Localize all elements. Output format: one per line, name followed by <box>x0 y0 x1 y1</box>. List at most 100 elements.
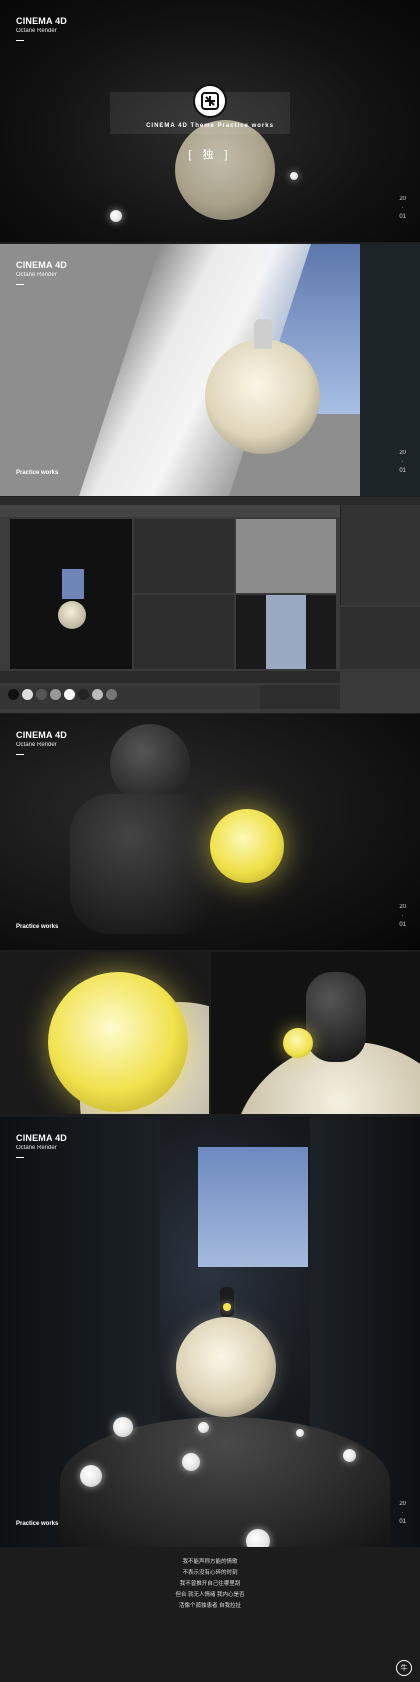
glow-orb <box>198 1422 209 1433</box>
final-render-panel: CINEMA 4D Octane Render Practice works 2… <box>0 1117 420 1547</box>
main-toolbar[interactable] <box>0 505 340 517</box>
figure-orb-panel: CINEMA 4D Octane Render Practice works 2… <box>0 714 420 950</box>
panel-title-block: CINEMA 4D Octane Render <box>16 730 67 755</box>
footer-logo-icon: 牛 <box>396 1660 412 1676</box>
sky-slit <box>62 569 84 599</box>
clay-render-panel: CINEMA 4D Octane Render Practice works 2… <box>0 244 420 496</box>
preview-sky <box>266 595 306 669</box>
year-dot: · <box>401 459 404 465</box>
title-underline <box>16 754 24 755</box>
orb-closeup-panel <box>0 952 209 1114</box>
title-underline <box>16 284 24 285</box>
figure-body <box>70 794 220 934</box>
c4d-interface-panel <box>0 497 420 713</box>
figure-head <box>110 724 190 804</box>
material-swatch[interactable] <box>22 689 33 700</box>
render-subtitle: Octane Render <box>16 742 57 748</box>
render-preview-viewport[interactable] <box>236 595 336 669</box>
right-viewport[interactable] <box>236 519 336 593</box>
material-swatch[interactable] <box>106 689 117 700</box>
moon-sphere <box>176 1317 276 1417</box>
attribute-manager[interactable] <box>340 607 420 669</box>
year-top: 20 <box>399 450 406 456</box>
panel-title-block: CINEMA 4D Octane Render <box>16 1133 67 1158</box>
ground-plane <box>60 1417 390 1547</box>
coordinates-manager[interactable] <box>260 685 340 709</box>
perspective-viewport[interactable] <box>10 519 132 669</box>
practice-label: Practice works <box>16 924 59 930</box>
practice-label: Practice works <box>16 470 59 476</box>
logo-glyph-icon <box>201 92 219 110</box>
timeline[interactable] <box>0 671 340 683</box>
title-underline <box>16 40 24 41</box>
figure-silhouette <box>220 1287 234 1317</box>
material-swatch[interactable] <box>50 689 61 700</box>
glow-orb <box>343 1449 356 1462</box>
hero-panel: CINEMA 4D Octane Render CINEMA 4D Theme … <box>0 0 420 242</box>
glowing-orb <box>223 1303 231 1311</box>
material-swatch[interactable] <box>78 689 89 700</box>
moon-sphere <box>58 601 86 629</box>
work-title: [ 独 ] <box>188 149 232 161</box>
year-top: 20 <box>399 196 406 202</box>
figure-sitting-panel <box>211 952 420 1114</box>
app-title: CINEMA 4D <box>16 260 67 270</box>
material-swatch[interactable] <box>64 689 75 700</box>
year-bottom: 01 <box>399 1519 406 1525</box>
front-viewport[interactable] <box>134 595 234 669</box>
year-dot: · <box>401 913 404 919</box>
app-title: CINEMA 4D <box>16 730 67 740</box>
poem-line: 我不曾推开自己往哪里刮 <box>179 1581 241 1587</box>
glow-orb <box>182 1453 200 1471</box>
glow-orb <box>110 210 122 222</box>
material-swatch[interactable] <box>92 689 103 700</box>
app-title: CINEMA 4D <box>16 1133 67 1143</box>
poem-line: 但合 就无人情绪 我内心是否 <box>175 1592 245 1598</box>
glowing-orb <box>283 1028 313 1058</box>
year-bottom: 01 <box>399 468 406 474</box>
right-tower <box>360 244 420 496</box>
year-marker: 20 · 01 <box>399 1500 406 1527</box>
glowing-orb <box>210 809 284 883</box>
menu-bar[interactable] <box>0 497 420 505</box>
object-manager[interactable] <box>340 505 420 605</box>
render-subtitle: Octane Render <box>16 1145 57 1151</box>
year-dot: · <box>401 1510 404 1516</box>
year-top: 20 <box>399 1501 406 1507</box>
figure-silhouette <box>254 319 272 349</box>
material-swatch[interactable] <box>36 689 47 700</box>
year-dot: · <box>401 205 404 211</box>
glowing-orb <box>48 972 188 1112</box>
poem-line: 不表示没有心碎的时刻 <box>182 1570 238 1576</box>
poem-line: 活像个孤独患者 自我拉扯 <box>178 1603 242 1609</box>
render-subtitle: Octane Render <box>16 272 57 278</box>
brand-logo-icon <box>193 84 227 118</box>
poem-line: 我不能声称方能的情歌 <box>182 1559 238 1565</box>
glow-orb <box>246 1529 270 1547</box>
panel-title-block: CINEMA 4D Octane Render <box>16 260 67 285</box>
title-underline <box>16 1157 24 1158</box>
year-bottom: 01 <box>399 214 406 220</box>
app-title: CINEMA 4D <box>16 16 67 26</box>
glow-orb <box>296 1429 304 1437</box>
theme-caption: CINEMA 4D Theme Practice works <box>146 123 274 129</box>
year-marker: 20 · 01 <box>399 903 406 930</box>
figure-silhouette <box>306 972 366 1062</box>
year-top: 20 <box>399 904 406 910</box>
practice-label: Practice works <box>16 1521 59 1527</box>
year-marker: 20 · 01 <box>399 195 406 222</box>
glow-orb <box>290 172 298 180</box>
moon-sphere <box>205 339 320 454</box>
glow-orb <box>80 1465 102 1487</box>
left-tool-palette[interactable] <box>0 517 9 663</box>
sky-opening <box>198 1147 308 1267</box>
render-subtitle: Octane Render <box>16 28 57 34</box>
material-swatch[interactable] <box>8 689 19 700</box>
top-viewport[interactable] <box>134 519 234 593</box>
year-bottom: 01 <box>399 922 406 928</box>
year-marker: 20 · 01 <box>399 449 406 476</box>
hero-title-block: CINEMA 4D Octane Render <box>16 16 67 41</box>
poem-text: 我不能声称方能的情歌 不表示没有心碎的时刻 我不曾推开自己往哪里刮 但合 就无人… <box>0 1557 420 1612</box>
moon-sphere <box>175 120 275 220</box>
glow-orb <box>113 1417 133 1437</box>
